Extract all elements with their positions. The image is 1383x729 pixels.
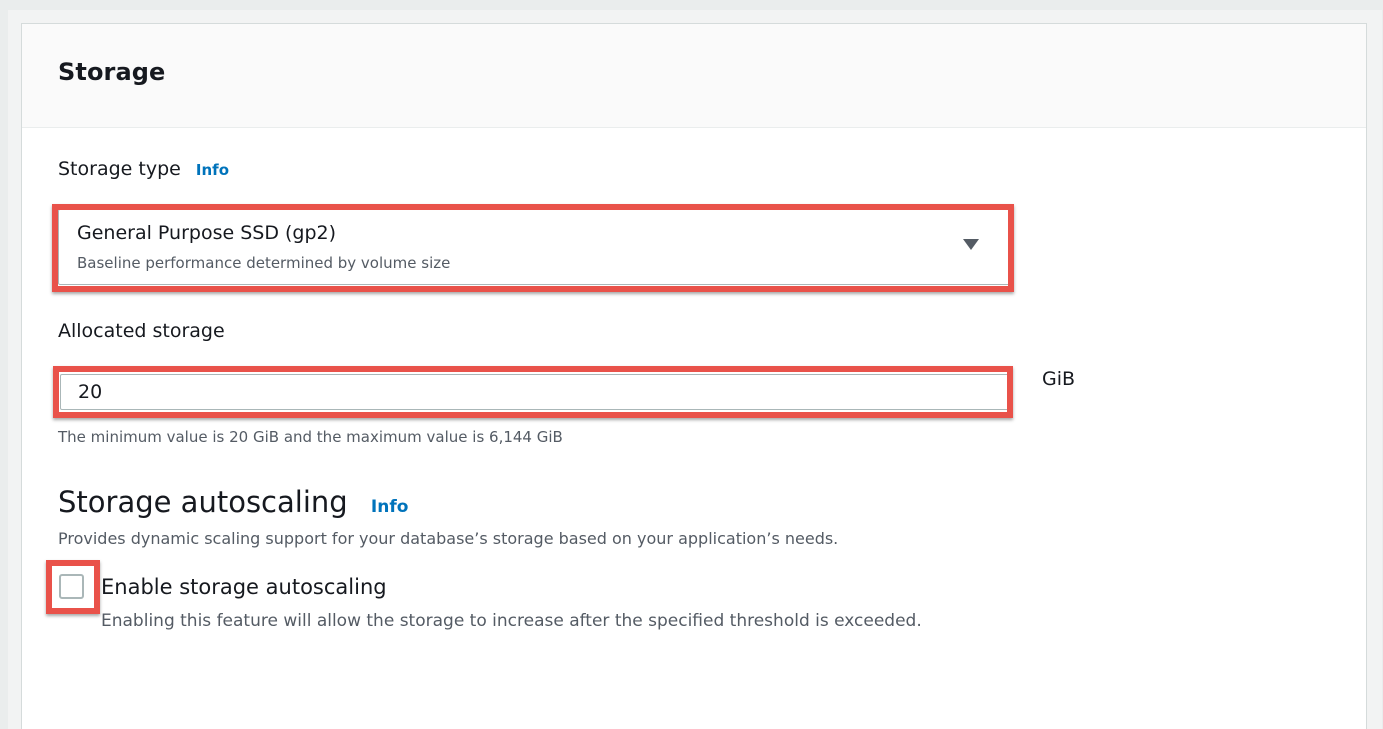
- page-background: Storage Storage type Info General Purpos…: [8, 10, 1382, 729]
- enable-autoscaling-description: Enabling this feature will allow the sto…: [101, 611, 922, 631]
- enable-autoscaling-checkbox[interactable]: [59, 574, 84, 599]
- card-header: Storage: [22, 24, 1366, 128]
- storage-type-label: Storage type: [58, 158, 181, 180]
- storage-type-info-link[interactable]: Info: [196, 161, 229, 179]
- allocated-storage-unit: GiB: [1042, 368, 1076, 390]
- autoscaling-info-link[interactable]: Info: [371, 497, 409, 517]
- autoscaling-description: Provides dynamic scaling support for you…: [58, 529, 839, 548]
- storage-type-select[interactable]: General Purpose SSD (gp2) Baseline perfo…: [58, 209, 1012, 285]
- allocated-storage-label: Allocated storage: [58, 320, 225, 342]
- storage-type-selected-description: Baseline performance determined by volum…: [77, 254, 451, 272]
- enable-autoscaling-label[interactable]: Enable storage autoscaling: [101, 575, 387, 599]
- allocated-storage-hint: The minimum value is 20 GiB and the maxi…: [58, 428, 563, 446]
- storage-type-selected-value: General Purpose SSD (gp2): [77, 222, 337, 244]
- autoscaling-title: Storage autoscaling: [58, 485, 348, 519]
- card-title: Storage: [58, 58, 166, 86]
- allocated-storage-input[interactable]: [60, 374, 1012, 410]
- storage-card: Storage Storage type Info General Purpos…: [21, 23, 1367, 729]
- storage-type-label-row: Storage type Info: [58, 158, 229, 180]
- autoscaling-title-row: Storage autoscaling Info: [58, 485, 408, 519]
- caret-down-icon: [963, 239, 979, 250]
